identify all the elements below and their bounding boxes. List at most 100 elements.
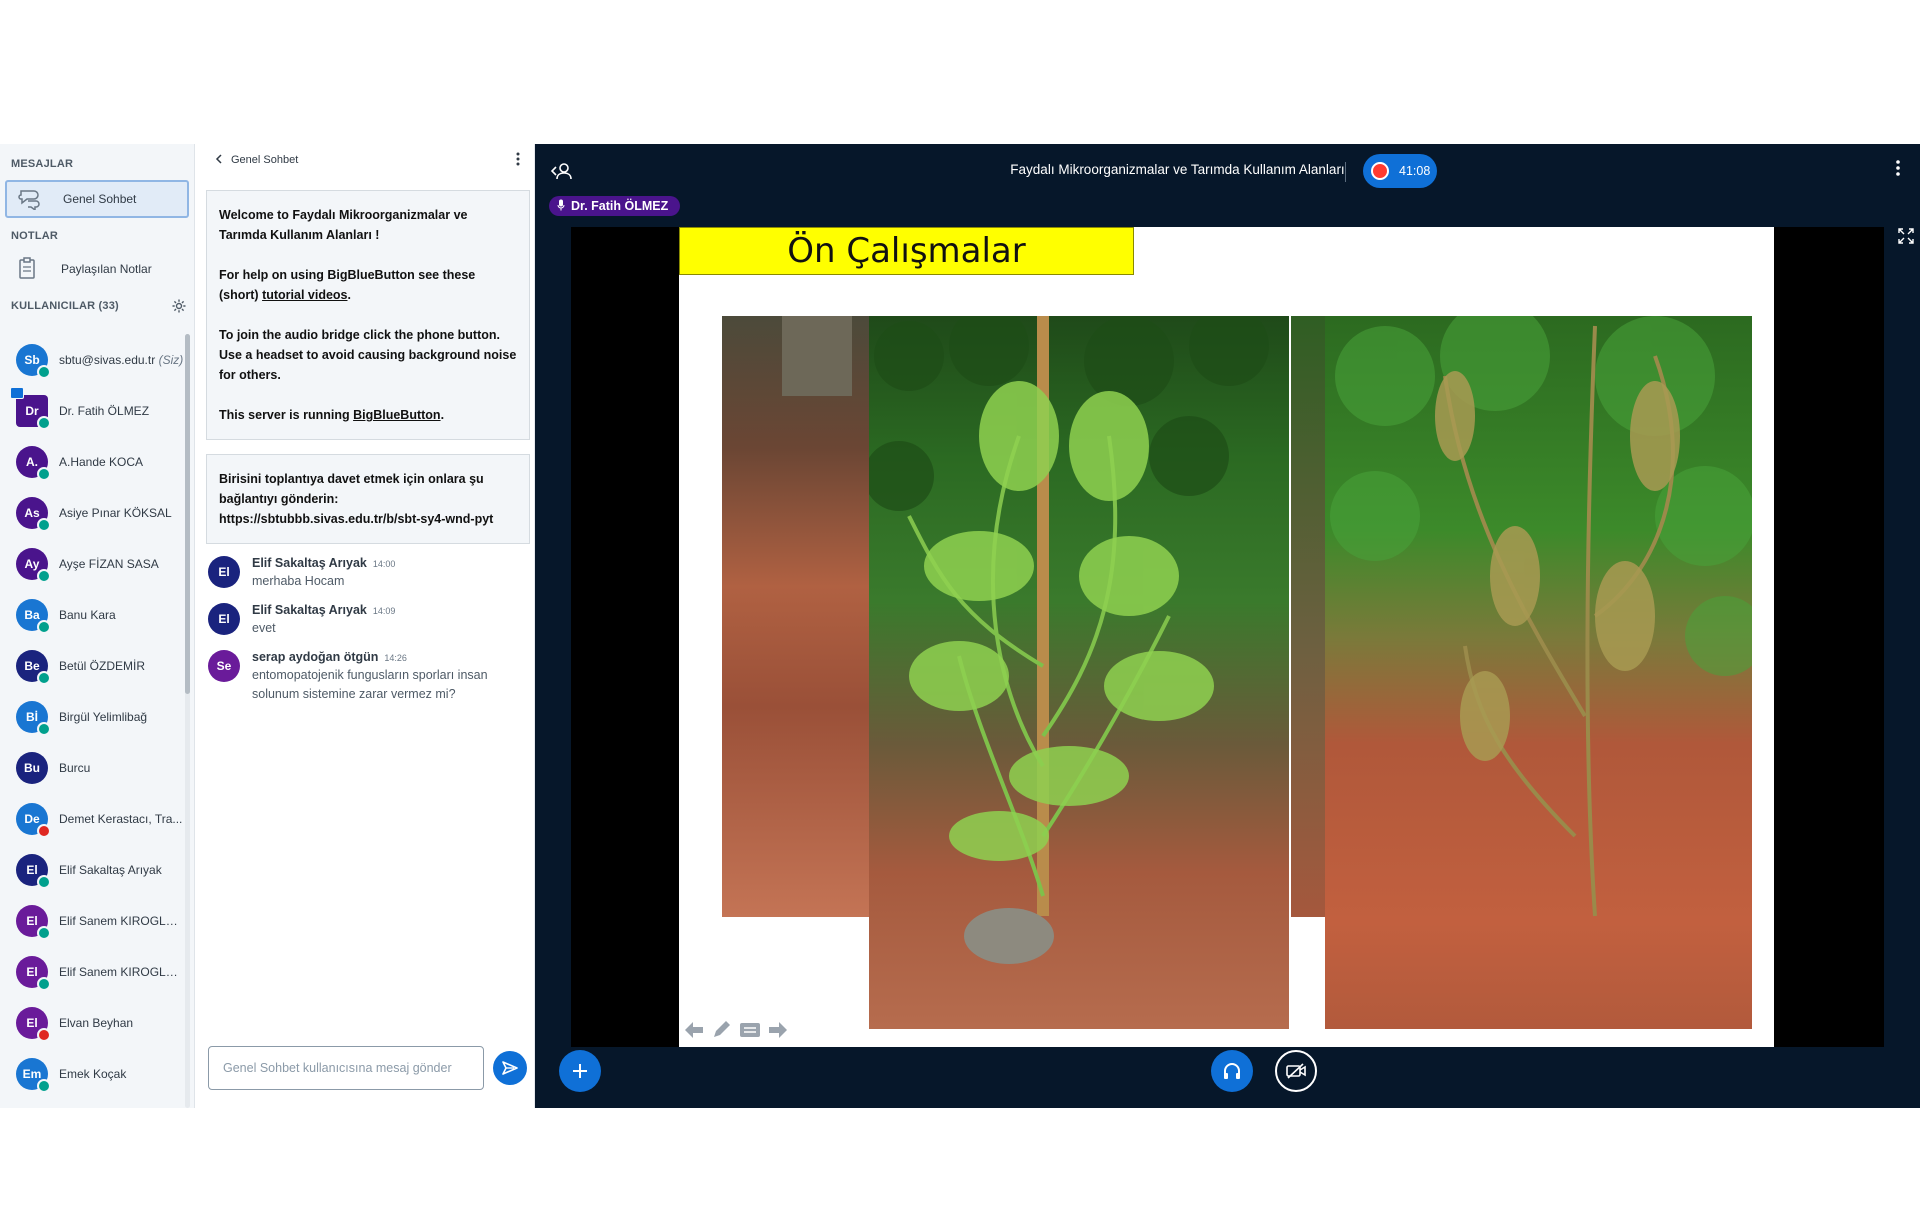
avatar: Bİ	[16, 700, 51, 736]
help-line: For help on using BigBlueButton see thes…	[219, 265, 517, 305]
user-list-item[interactable]: De Demet Kerastacı, Tra...	[0, 793, 184, 844]
avatar: El	[208, 556, 240, 588]
avatar-initials: El	[26, 1015, 38, 1030]
avatar: Sb	[16, 343, 51, 379]
chat-panel: Genel Sohbet Welcome to Faydalı Mikroorg…	[195, 144, 535, 1108]
chat-header[interactable]: Genel Sohbet	[195, 144, 534, 176]
headphones-icon	[1224, 1063, 1240, 1079]
user-name-text: Asiye Pınar KÖKSAL	[59, 505, 172, 520]
message-text: evet	[252, 621, 276, 635]
pencil-icon[interactable]	[711, 1020, 733, 1045]
actions-button[interactable]	[559, 1050, 601, 1092]
audio-icon	[37, 670, 51, 685]
public-chat-item[interactable]: Genel Sohbet	[5, 180, 189, 218]
audio-icon	[37, 976, 51, 991]
text-icon[interactable]	[739, 1020, 761, 1045]
tutorial-link[interactable]: tutorial videos	[262, 288, 347, 302]
action-bar	[535, 1048, 1920, 1108]
user-name: Demet Kerastacı, Tra...	[59, 812, 184, 826]
avatar: As	[16, 496, 51, 532]
gear-icon[interactable]	[172, 299, 186, 320]
arrow-right-icon[interactable]	[767, 1020, 789, 1045]
user-list-item[interactable]: As Asiye Pınar KÖKSAL	[0, 487, 184, 538]
scrollbar-thumb[interactable]	[185, 334, 190, 694]
avatar: El	[16, 1006, 51, 1042]
talking-indicator[interactable]: Dr. Fatih ÖLMEZ	[549, 196, 681, 216]
invite-link[interactable]: https://sbtubbb.sivas.edu.tr/b/sbt-sy4-w…	[219, 512, 493, 526]
audio-icon	[37, 568, 51, 583]
options-menu-icon[interactable]	[1896, 160, 1900, 181]
user-list-item[interactable]: El Elif Sanem KIROGLU /...	[0, 946, 184, 997]
user-name-text: Dr. Fatih ÖLMEZ	[59, 403, 150, 418]
audio-icon	[37, 721, 51, 736]
fullscreen-icon[interactable]	[1898, 228, 1914, 249]
message-header: Elif Sakaltaş Arıyak 14:00	[252, 554, 522, 572]
message-body: Elif Sakaltaş Arıyak 14:00 merhaba Hocam	[252, 554, 522, 591]
record-icon	[1371, 162, 1389, 180]
avatar: El	[16, 853, 51, 889]
video-button[interactable]	[1275, 1050, 1317, 1092]
welcome-end: !	[371, 228, 380, 242]
user-list-item[interactable]: El Elvan Beyhan	[0, 997, 184, 1048]
user-list-item[interactable]: Ay Ayşe FİZAN SASA	[0, 538, 184, 589]
chat-message-input[interactable]: Genel Sohbet kullanıcısına mesaj gönder	[208, 1046, 484, 1090]
audio-icon	[37, 517, 51, 532]
notes-section-title: NOTLAR	[11, 230, 59, 242]
bbb-link[interactable]: BigBlueButton	[353, 408, 440, 422]
audio-button[interactable]	[1211, 1050, 1253, 1092]
tomato-plant-photo	[869, 316, 1289, 1029]
message-time: 14:00	[372, 559, 396, 569]
user-name-text: Elif Sakaltaş Arıyak	[59, 862, 162, 877]
avatar-initials: Bu	[24, 760, 40, 775]
shared-notes-label: Paylaşılan Notlar	[61, 262, 152, 276]
user-name: sbtu@sivas.edu.tr (Siz)	[59, 353, 184, 367]
chevron-left-icon[interactable]	[215, 153, 223, 167]
plant-photo-1	[722, 316, 872, 917]
shared-notes-item[interactable]: Paylaşılan Notlar	[5, 250, 189, 288]
users-section-title: KULLANICILAR (33)	[0, 296, 194, 316]
user-list-scrollbar[interactable]	[185, 334, 190, 1108]
user-name: Burcu	[59, 761, 184, 775]
presentation-slide: Ön Çalışmalar	[679, 227, 1774, 1047]
avatar: Se	[208, 650, 240, 682]
user-name: Banu Kara	[59, 608, 184, 622]
audio-icon	[37, 466, 51, 481]
message-author: Elif Sakaltaş Arıyak	[252, 556, 367, 570]
user-name: Asiye Pınar KÖKSAL	[59, 506, 184, 520]
user-list-item[interactable]: Dr Dr. Fatih ÖLMEZ	[0, 385, 184, 436]
user-list-item[interactable]: A. A.Hande KOCA	[0, 436, 184, 487]
user-name-text: A.Hande KOCA	[59, 454, 144, 469]
send-button[interactable]	[493, 1051, 527, 1085]
user-name: Elvan Beyhan	[59, 1016, 184, 1030]
user-list-item[interactable]: Ba Banu Kara	[0, 589, 184, 640]
message-text: entomopatojenik fungusların sporları ins…	[252, 668, 488, 701]
user-name: Elif Sanem KIROGLU /...	[59, 965, 184, 979]
user-list-item[interactable]: Bu Burcu	[0, 742, 184, 793]
user-name: Elif Sanem KIROGLU /...	[59, 914, 184, 928]
user-list-item[interactable]: Be Betül ÖZDEMİR	[0, 640, 184, 691]
muted-mic-icon	[37, 1027, 51, 1042]
chat-options-icon[interactable]	[516, 152, 520, 169]
recording-indicator[interactable]: 41:08	[1363, 154, 1437, 188]
avatar: Em	[16, 1057, 51, 1093]
user-name-text: Elif Sanem KIROGLU /...	[59, 913, 184, 928]
message-header: Elif Sakaltaş Arıyak 14:09	[252, 601, 522, 619]
slide-title: Ön Çalışmalar	[679, 227, 1134, 275]
microphone-icon	[557, 199, 565, 214]
user-list-item[interactable]: Bİ Birgül Yelimlibağ	[0, 691, 184, 742]
user-list-item[interactable]: Sb sbtu@sivas.edu.tr (Siz)	[0, 334, 184, 385]
user-name-text: Emek Koçak	[59, 1066, 127, 1081]
user-list-item[interactable]: El Elif Sakaltaş Arıyak	[0, 844, 184, 895]
avatar-initials: Ba	[24, 607, 40, 622]
avatar-initials: El	[26, 862, 38, 877]
user-list-item[interactable]: Em Emek Koçak	[0, 1048, 184, 1099]
avatar-initials: De	[24, 811, 40, 826]
avatar-initials: El	[218, 612, 230, 626]
user-list-item[interactable]: El Elif Sanem KIROGLU /...	[0, 895, 184, 946]
presentation-stage: Faydalı Mikroorganizmalar ve Tarımda Kul…	[535, 144, 1920, 1108]
audio-info-line: To join the audio bridge click the phone…	[219, 325, 517, 385]
chat-icon	[17, 186, 43, 212]
user-list-panel: MESAJLAR Genel Sohbet NOTLAR Paylaşılan …	[0, 144, 195, 1108]
server-post: .	[440, 408, 445, 422]
arrow-left-icon[interactable]	[683, 1020, 705, 1045]
